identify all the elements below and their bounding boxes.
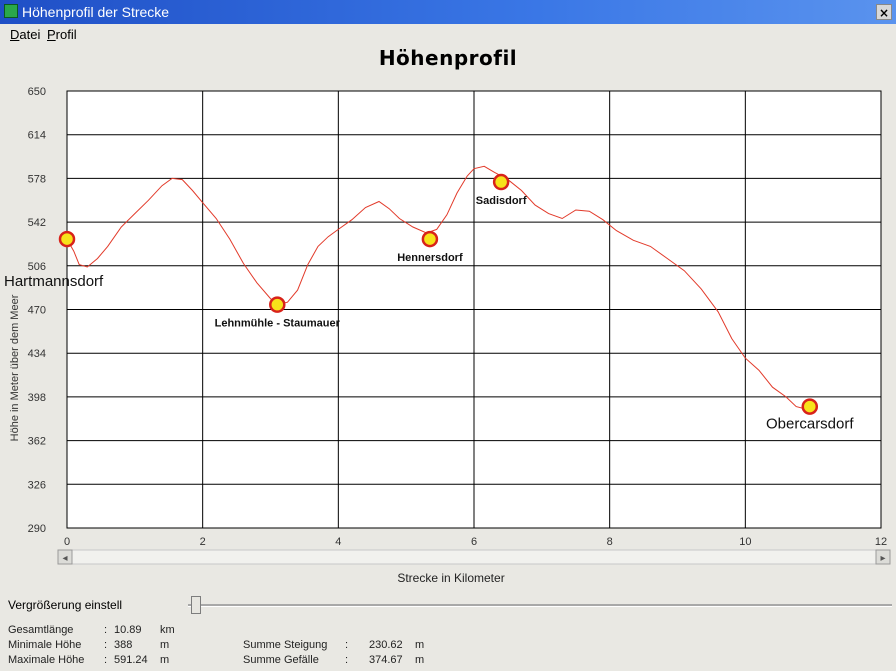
menu-profil[interactable]: Profil bbox=[47, 27, 77, 42]
x-tick-label: 4 bbox=[335, 536, 341, 548]
y-tick-label: 614 bbox=[28, 130, 46, 142]
stat-label: Minimale Höhe bbox=[8, 639, 82, 651]
y-tick-label: 434 bbox=[28, 348, 46, 360]
app-icon bbox=[4, 4, 18, 18]
x-tick-labels: 0 2 4 6 8 10 12 bbox=[64, 536, 887, 548]
stat-unit: km bbox=[160, 624, 175, 636]
y-tick-label: 542 bbox=[28, 217, 46, 229]
menu-datei[interactable]: Datei bbox=[10, 27, 40, 42]
horizontal-scrollbar[interactable] bbox=[57, 549, 891, 565]
waypoint-marker bbox=[801, 398, 819, 415]
waypoint-marker bbox=[58, 230, 76, 248]
x-tick-label: 2 bbox=[200, 536, 206, 548]
waypoint-label: Hennersdorf bbox=[397, 252, 463, 264]
stat-unit: m bbox=[160, 639, 170, 651]
stat-row-min-hoehe: Minimale Höhe : 388 m bbox=[8, 639, 170, 651]
x-tick-label: 12 bbox=[875, 536, 887, 548]
stat-row-gefaelle: Summe Gefälle : 374.67 m bbox=[243, 654, 425, 666]
scroll-left-icon: ◂ bbox=[62, 553, 67, 564]
stat-label: Summe Steigung bbox=[243, 639, 328, 651]
stat-unit: m bbox=[415, 639, 425, 651]
y-tick-label: 578 bbox=[28, 173, 46, 185]
stat-unit: m bbox=[160, 654, 170, 666]
stat-value: 230.62 bbox=[369, 639, 403, 651]
waypoint-label: Hartmannsdorf bbox=[4, 273, 104, 290]
stat-row-gesamtlaenge: Gesamtlänge : 10.89 km bbox=[8, 624, 175, 636]
stat-value: 591.24 bbox=[114, 654, 148, 666]
elevation-chart: 650 614 578 542 506 470 434 398 362 326 290 0 2 4 6 8 1… bbox=[4, 86, 891, 585]
y-tick-label: 290 bbox=[28, 523, 46, 535]
waypoint-label: Lehnmühle - Staumauer bbox=[215, 318, 341, 330]
window-title: Höhenprofil der Strecke bbox=[22, 4, 170, 20]
waypoint-marker bbox=[421, 230, 439, 248]
stat-value: 374.67 bbox=[369, 654, 403, 666]
stat-label: Gesamtlänge bbox=[8, 624, 74, 636]
stat-row-max-hoehe: Maximale Höhe : 591.24 m bbox=[8, 654, 170, 666]
stat-unit: m bbox=[415, 654, 425, 666]
y-axis-label: Höhe in Meter über dem Meer bbox=[9, 294, 21, 441]
x-tick-label: 10 bbox=[739, 536, 751, 548]
scroll-right-icon: ▸ bbox=[880, 553, 885, 564]
stat-row-steigung: Summe Steigung : 230.62 m bbox=[243, 639, 425, 651]
zoom-slider-track[interactable] bbox=[188, 604, 892, 607]
waypoint-marker bbox=[492, 173, 510, 191]
close-icon[interactable]: × bbox=[876, 4, 892, 20]
waypoint-label: Sadisdorf bbox=[476, 195, 527, 207]
title-bar: Höhenprofil der Strecke × bbox=[0, 0, 896, 24]
y-tick-label: 650 bbox=[28, 86, 46, 98]
zoom-label: Vergrößerung einstell bbox=[8, 598, 123, 612]
x-tick-label: 6 bbox=[471, 536, 477, 548]
waypoint-label: Obercarsdorf bbox=[766, 416, 854, 433]
y-tick-label: 326 bbox=[28, 479, 46, 491]
stat-label: Summe Gefälle bbox=[243, 654, 319, 666]
y-tick-labels: 650 614 578 542 506 470 434 398 362 326 290 bbox=[28, 86, 46, 535]
stats-left: Gesamtlänge : 10.89 km Minimale Höhe : 3… bbox=[8, 623, 208, 668]
stat-value: 10.89 bbox=[114, 624, 142, 636]
x-tick-label: 0 bbox=[64, 536, 70, 548]
y-tick-label: 362 bbox=[28, 436, 46, 448]
y-tick-label: 398 bbox=[28, 392, 46, 404]
stat-label: Maximale Höhe bbox=[8, 654, 85, 666]
stat-value: 388 bbox=[114, 639, 133, 651]
x-tick-label: 8 bbox=[607, 536, 613, 548]
zoom-slider-thumb[interactable] bbox=[191, 596, 201, 614]
y-tick-label: 470 bbox=[28, 305, 46, 317]
x-axis-label: Strecke in Kilometer bbox=[397, 571, 504, 585]
stats-right: Summe Steigung : 230.62 m Summe Gefälle … bbox=[243, 638, 473, 668]
waypoint-marker bbox=[269, 296, 286, 313]
y-tick-label: 506 bbox=[28, 261, 46, 273]
chart-title: Höhenprofil bbox=[378, 46, 518, 70]
